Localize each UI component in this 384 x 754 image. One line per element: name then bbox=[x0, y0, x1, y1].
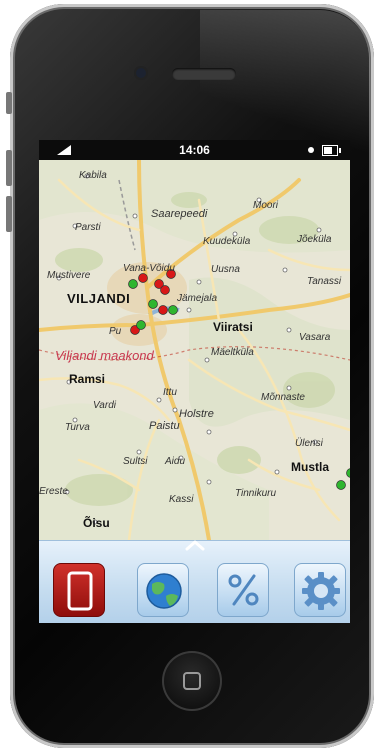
marker-red[interactable] bbox=[138, 273, 148, 283]
place-label: Jämejala bbox=[177, 293, 218, 304]
place-label: Jõeküla bbox=[297, 234, 332, 245]
place-label: Saarepeedi bbox=[151, 208, 208, 220]
place-label: Kassi bbox=[169, 494, 194, 505]
place-label: Mõnnaste bbox=[261, 392, 305, 403]
place-label: Aidu bbox=[165, 456, 186, 467]
place-label: Turva bbox=[65, 422, 90, 433]
percent-icon bbox=[228, 574, 259, 606]
place-label: Uusna bbox=[211, 264, 240, 275]
status-time: 14:06 bbox=[179, 143, 210, 157]
front-camera bbox=[134, 66, 148, 80]
place-label: Ülensi bbox=[295, 438, 323, 449]
place-label: Parsti bbox=[75, 222, 101, 233]
place-label: Sultsi bbox=[123, 456, 148, 467]
place-label: Viiratsi bbox=[213, 320, 253, 334]
mute-switch bbox=[6, 92, 12, 114]
place-label: Mustivere bbox=[47, 270, 91, 281]
battery-icon bbox=[322, 145, 341, 156]
phone-icon bbox=[67, 571, 93, 611]
map-view[interactable]: Kabila Parsti Saarepeedi Moori Kuudeküla… bbox=[39, 160, 350, 540]
place-label: Tinnikuru bbox=[235, 488, 277, 499]
place-label: Vasara bbox=[299, 332, 331, 343]
place-label: Kabila bbox=[79, 170, 107, 181]
chevron-up-icon[interactable] bbox=[185, 539, 205, 551]
place-label: Tanassi bbox=[307, 276, 342, 287]
region-label: Viljandi maakond bbox=[55, 348, 154, 363]
phone-button[interactable] bbox=[53, 563, 105, 617]
place-label: Holstre bbox=[179, 408, 214, 420]
location-dot-icon bbox=[308, 147, 314, 153]
place-label: Ittu bbox=[163, 387, 177, 398]
place-label: Mäeltküla bbox=[211, 347, 254, 358]
marker-red[interactable] bbox=[160, 285, 170, 295]
place-label: Pu bbox=[109, 326, 122, 337]
home-button[interactable] bbox=[162, 651, 222, 711]
place-label: Mustla bbox=[291, 460, 330, 474]
marker-green[interactable] bbox=[128, 279, 138, 289]
marker-red[interactable] bbox=[158, 305, 168, 315]
marker-green[interactable] bbox=[148, 299, 158, 309]
marker-green[interactable] bbox=[136, 320, 146, 330]
marker-green[interactable] bbox=[168, 305, 178, 315]
status-bar: 14:06 bbox=[39, 140, 350, 160]
screen: 14:06 Kabila Parsti Saarepeedi Moori Kuu… bbox=[39, 140, 350, 623]
volume-up-button bbox=[6, 150, 12, 186]
marker-green[interactable] bbox=[336, 480, 346, 490]
home-square-icon bbox=[183, 672, 201, 690]
globe-icon bbox=[146, 573, 182, 609]
gear-icon bbox=[302, 572, 340, 610]
settings-button[interactable] bbox=[294, 563, 346, 617]
bottom-toolbar bbox=[39, 540, 350, 623]
place-label: Moori bbox=[253, 200, 279, 211]
map-button[interactable] bbox=[137, 563, 189, 617]
percent-button[interactable] bbox=[217, 563, 269, 617]
place-label: Ramsi bbox=[69, 372, 106, 386]
place-label: Vana-Võidu bbox=[123, 263, 175, 274]
place-label: Paistu bbox=[149, 420, 180, 432]
place-label: Õisu bbox=[83, 516, 110, 530]
volume-down-button bbox=[6, 196, 12, 232]
place-label: Vardi bbox=[93, 400, 116, 411]
place-label: Ereste bbox=[39, 486, 68, 497]
city-label-viljandi: VILJANDI bbox=[67, 291, 131, 306]
place-label: Kuudeküla bbox=[203, 236, 251, 247]
earpiece-speaker bbox=[172, 68, 236, 80]
